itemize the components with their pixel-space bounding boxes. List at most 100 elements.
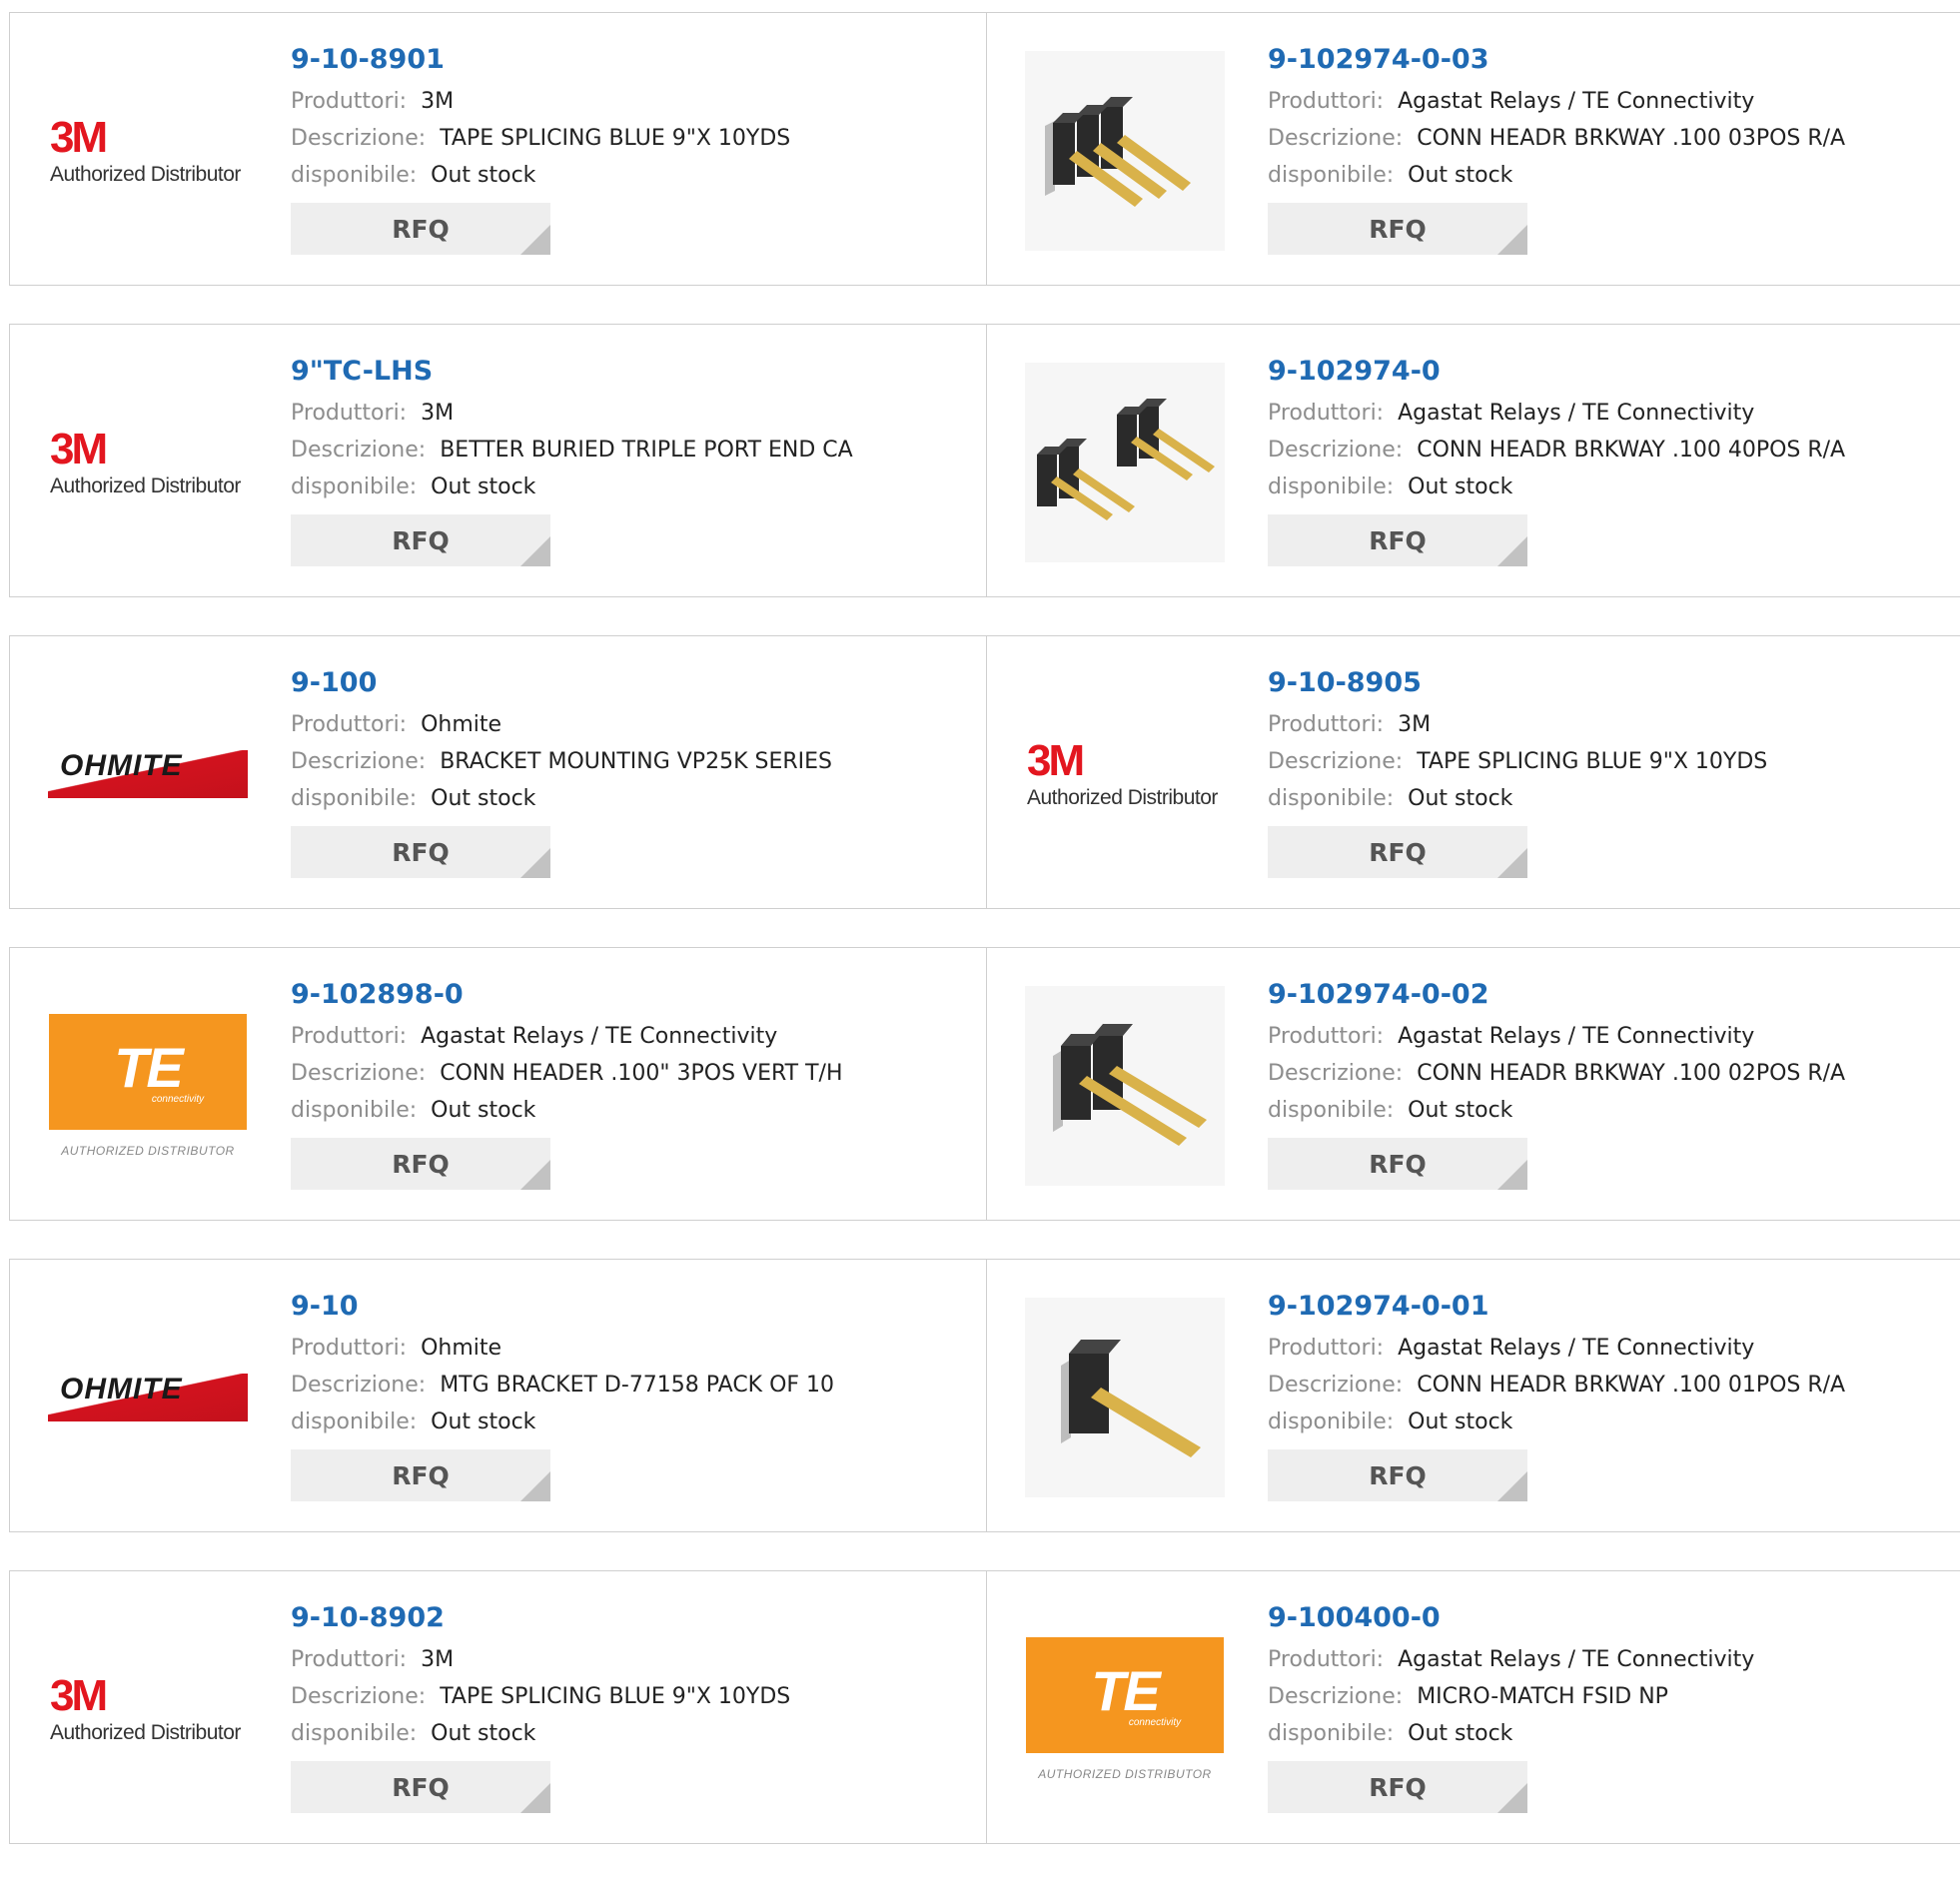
availability-value: Out stock [431,1410,536,1434]
manufacturer-value: Agastat Relays / TE Connectivity [1398,1336,1755,1361]
manufacturer-logo[interactable]: 3M Authorized Distributor [48,363,248,562]
description-row: Descrizione: TAPE SPLICING BLUE 9"X 10YDS [291,120,976,157]
product-card: OHMITE 9-100 Produttori: Ohmite Descrizio… [9,635,987,909]
manufacturer-logo[interactable]: OHMITE [48,674,248,874]
description-label: Descrizione: [1268,749,1404,774]
description-value: MTG BRACKET D-77158 PACK OF 10 [440,1373,835,1398]
product-row: OHMITE 9-100 Produttori: Ohmite Descrizio… [9,635,1960,911]
availability-row: disponibile: Out stock [291,469,976,505]
availability-row: disponibile: Out stock [1268,1404,1950,1440]
manufacturer-logo[interactable]: 3M Authorized Distributor [48,51,248,251]
part-number-link[interactable]: 9-102974-0-02 [1268,978,1950,1012]
rfq-button[interactable]: RFQ [1268,1138,1527,1190]
rfq-button[interactable]: RFQ [291,826,550,878]
product-image[interactable] [1025,363,1225,562]
description-row: Descrizione: TAPE SPLICING BLUE 9"X 10YDS [1268,743,1950,780]
availability-value: Out stock [431,1098,536,1123]
manufacturer-logo[interactable]: TE connectivity AUTHORIZED DISTRIBUTOR [48,986,248,1186]
rfq-button[interactable]: RFQ [1268,514,1527,566]
product-image[interactable] [1025,51,1225,251]
manufacturer-row: Produttori: 3M [291,83,976,120]
manufacturer-row: Produttori: 3M [291,1641,976,1678]
description-row: Descrizione: CONN HEADR BRKWAY .100 02POS… [1268,1055,1950,1092]
availability-value: Out stock [1408,1410,1513,1434]
description-value: TAPE SPLICING BLUE 9"X 10YDS [440,1684,791,1709]
availability-label: disponibile: [291,163,418,188]
rfq-button[interactable]: RFQ [291,514,550,566]
availability-label: disponibile: [291,1410,418,1434]
part-number-link[interactable]: 9-100400-0 [1268,1601,1950,1635]
description-row: Descrizione: BETTER BURIED TRIPLE PORT EN… [291,432,976,469]
manufacturer-logo[interactable]: OHMITE [48,1298,248,1497]
description-label: Descrizione: [291,1684,427,1709]
rfq-button[interactable]: RFQ [291,1138,550,1190]
manufacturer-value: 3M [421,401,455,426]
corner-triangle-icon [1497,848,1527,878]
description-row: Descrizione: CONN HEADR BRKWAY .100 40POS… [1268,432,1950,469]
part-number-link[interactable]: 9-100 [291,666,976,700]
product-card: 3M Authorized Distributor 9-10-8902 Prod… [9,1570,987,1844]
rfq-button[interactable]: RFQ [291,203,550,255]
part-number-link[interactable]: 9-102974-0-01 [1268,1290,1950,1324]
availability-label: disponibile: [1268,1098,1395,1123]
availability-row: disponibile: Out stock [291,157,976,194]
product-image[interactable] [1025,1298,1225,1497]
pin-header-1pos-image [1025,1298,1225,1497]
part-number-link[interactable]: 9-10 [291,1290,976,1324]
description-label: Descrizione: [1268,1684,1404,1709]
description-label: Descrizione: [1268,126,1404,151]
product-info: 9-10-8902 Produttori: 3M Descrizione: TAPE… [291,1601,976,1813]
product-card: 9-102974-0 Produttori: Agastat Relays / T… [987,324,1960,597]
3m-logo: 3M Authorized Distributor [50,425,241,498]
manufacturer-value: 3M [1398,712,1432,737]
manufacturer-label: Produttori: [291,1336,408,1361]
manufacturer-label: Produttori: [291,1647,408,1672]
part-number-link[interactable]: 9-10-8902 [291,1601,976,1635]
rfq-button[interactable]: RFQ [1268,826,1527,878]
ohmite-logo: OHMITE [48,1374,248,1421]
manufacturer-row: Produttori: 3M [1268,706,1950,743]
manufacturer-value: Agastat Relays / TE Connectivity [1398,401,1755,426]
part-number-link[interactable]: 9-102898-0 [291,978,976,1012]
manufacturer-logo[interactable]: 3M Authorized Distributor [48,1609,248,1809]
manufacturer-row: Produttori: Agastat Relays / TE Connectiv… [1268,83,1950,120]
product-info: 9-10-8901 Produttori: 3M Descrizione: TAPE… [291,43,976,255]
description-label: Descrizione: [1268,1061,1404,1086]
rfq-button[interactable]: RFQ [1268,203,1527,255]
rfq-button[interactable]: RFQ [1268,1449,1527,1501]
rfq-button[interactable]: RFQ [291,1449,550,1501]
part-number-link[interactable]: 9-10-8905 [1268,666,1950,700]
product-row: OHMITE 9-10 Produttori: Ohmite Descrizion… [9,1259,1960,1534]
product-card: TE connectivity AUTHORIZED DISTRIBUTOR 9… [987,1570,1960,1844]
availability-row: disponibile: Out stock [291,780,976,817]
description-value: CONN HEADR BRKWAY .100 40POS R/A [1417,438,1846,463]
pin-header-pair-image [1025,363,1225,562]
3m-logo: 3M Authorized Distributor [1027,736,1218,810]
manufacturer-label: Produttori: [291,89,408,114]
manufacturer-label: Produttori: [1268,89,1385,114]
part-number-link[interactable]: 9-102974-0 [1268,355,1950,389]
part-number-link[interactable]: 9-10-8901 [291,43,976,77]
corner-triangle-icon [1497,1471,1527,1501]
availability-row: disponibile: Out stock [291,1715,976,1752]
manufacturer-logo[interactable]: 3M Authorized Distributor [1025,674,1225,874]
manufacturer-logo[interactable]: TE connectivity AUTHORIZED DISTRIBUTOR [1025,1609,1225,1809]
part-number-link[interactable]: 9"TC-LHS [291,355,976,389]
product-row: TE connectivity AUTHORIZED DISTRIBUTOR 9… [9,947,1960,1223]
rfq-button[interactable]: RFQ [1268,1761,1527,1813]
part-number-link[interactable]: 9-102974-0-03 [1268,43,1950,77]
product-image[interactable] [1025,986,1225,1186]
product-info: 9-10-8905 Produttori: 3M Descrizione: TAPE… [1268,666,1950,878]
availability-value: Out stock [1408,163,1513,188]
product-info: 9-102974-0-02 Produttori: Agastat Relays … [1268,978,1950,1190]
manufacturer-value: Ohmite [421,712,502,737]
product-info: 9-102898-0 Produttori: Agastat Relays / T… [291,978,976,1190]
description-label: Descrizione: [291,126,427,151]
product-row: 3M Authorized Distributor 9-10-8901 Prod… [9,12,1960,288]
description-value: CONN HEADR BRKWAY .100 02POS R/A [1417,1061,1846,1086]
te-connectivity-logo: TE connectivity AUTHORIZED DISTRIBUTOR [48,986,248,1186]
availability-label: disponibile: [1268,786,1395,811]
rfq-button[interactable]: RFQ [291,1761,550,1813]
product-card: 9-102974-0-01 Produttori: Agastat Relays … [987,1259,1960,1532]
availability-row: disponibile: Out stock [1268,157,1950,194]
